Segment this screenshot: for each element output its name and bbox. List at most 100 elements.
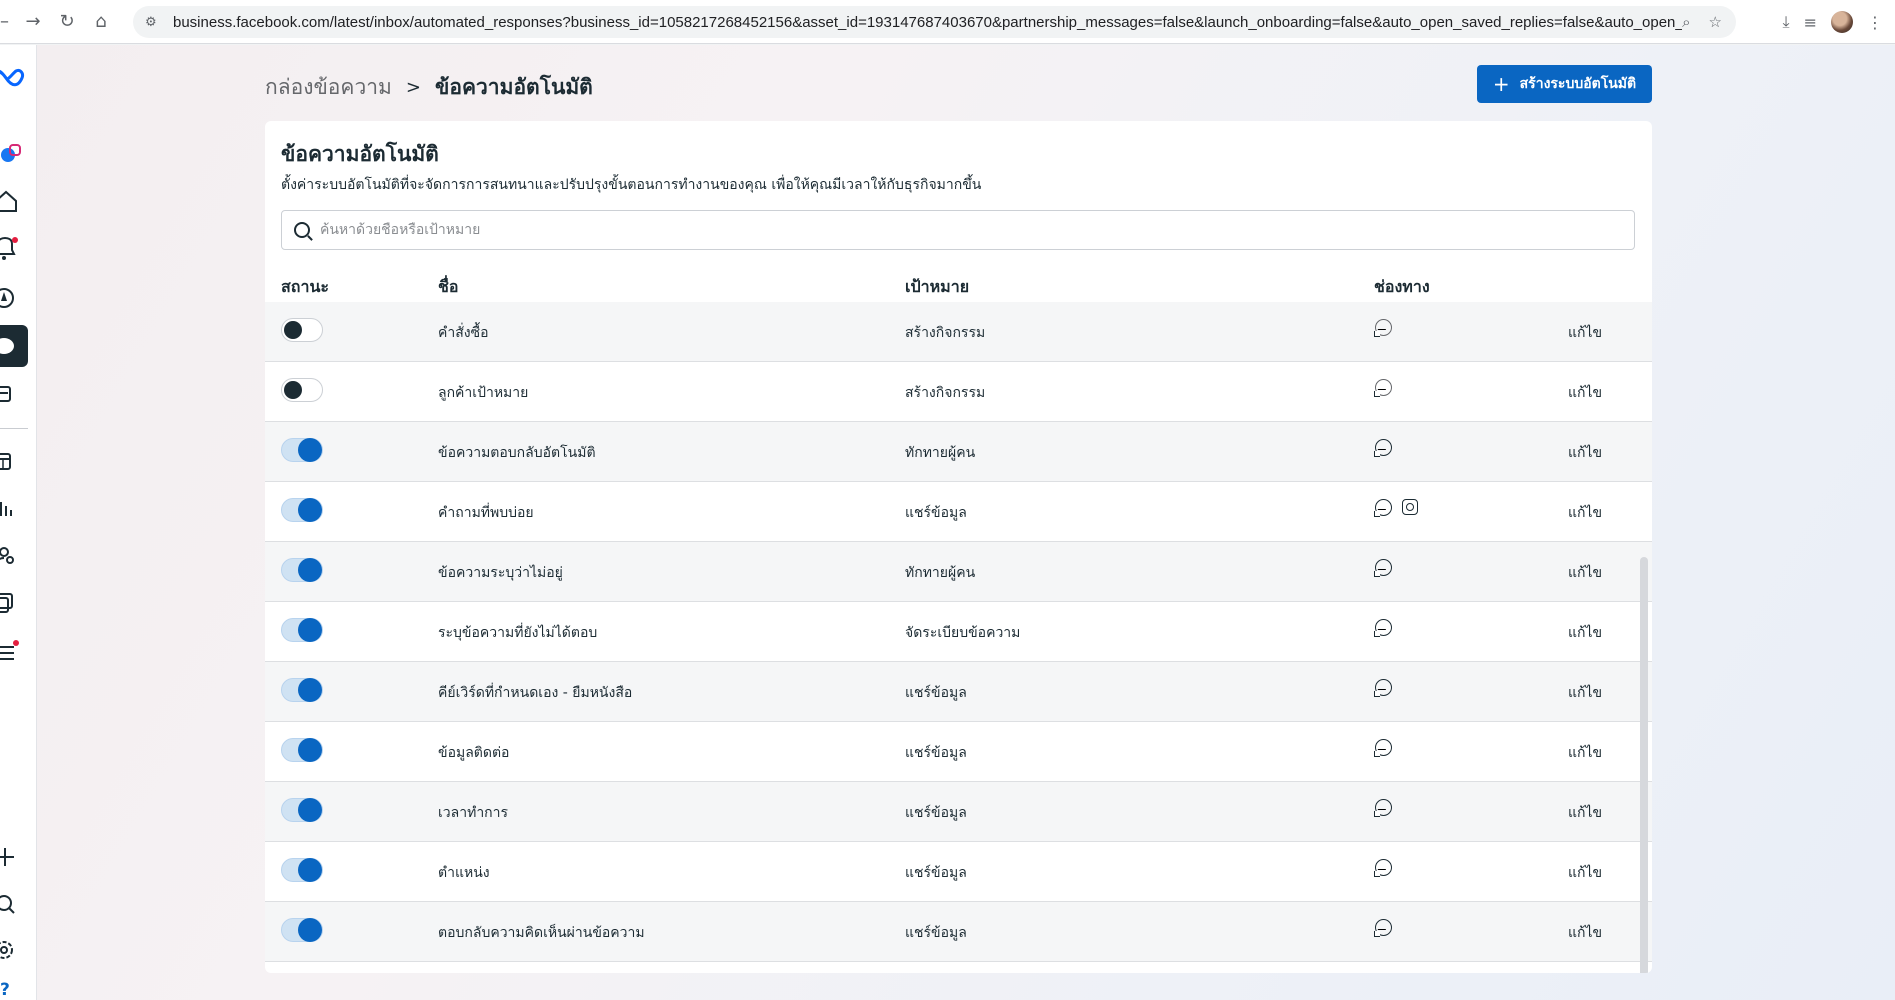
table-scrollbar[interactable] xyxy=(1640,557,1648,973)
facebook-instagram-icon[interactable] xyxy=(0,138,28,168)
channel-icons xyxy=(1375,919,1392,936)
status-toggle[interactable] xyxy=(281,618,323,642)
edit-button[interactable]: แก้ไข xyxy=(1568,322,1602,344)
site-info-icon[interactable]: ⚙ xyxy=(145,15,165,30)
edit-button[interactable]: แก้ไข xyxy=(1568,802,1602,824)
messenger-icon xyxy=(1375,919,1392,936)
edit-button[interactable]: แก้ไข xyxy=(1568,502,1602,524)
edit-button[interactable]: แก้ไข xyxy=(1568,682,1602,704)
edit-button[interactable]: แก้ไข xyxy=(1568,382,1602,404)
menu-icon[interactable] xyxy=(0,638,28,668)
status-toggle[interactable] xyxy=(281,438,323,462)
table-row: ข้อความตอบกลับอัตโนมัติ ทักทายผู้คน แก้ไข xyxy=(265,422,1652,482)
browser-menu-icon[interactable]: ⋮ xyxy=(1867,13,1883,32)
automation-name: ลูกค้าเป้าหมาย xyxy=(438,385,529,401)
status-toggle[interactable] xyxy=(281,738,323,762)
media-control-icon[interactable]: ≡ xyxy=(1804,13,1817,32)
help-icon[interactable]: ? xyxy=(0,980,28,1000)
messenger-icon xyxy=(1375,799,1392,816)
meta-logo-icon[interactable] xyxy=(0,65,28,91)
search-box[interactable] xyxy=(281,210,1635,250)
reload-icon[interactable]: ↻ xyxy=(50,5,84,39)
toggle-knob xyxy=(298,558,322,582)
url-text[interactable]: business.facebook.com/latest/inbox/autom… xyxy=(173,14,1682,31)
toggle-knob xyxy=(298,618,322,642)
channel-icons xyxy=(1375,679,1392,696)
column-header-status[interactable]: สถานะ xyxy=(281,275,329,300)
calendar-icon[interactable] xyxy=(0,447,28,477)
search-input[interactable] xyxy=(320,222,1570,238)
automation-name: คีย์เวิร์ดที่กำหนดเอง - ยืมหนังสือ xyxy=(438,685,633,701)
automation-goal: แชร์ข้อมูล xyxy=(905,925,967,941)
pages-icon[interactable] xyxy=(0,380,28,410)
edit-button[interactable]: แก้ไข xyxy=(1568,862,1602,884)
toggle-knob xyxy=(298,438,322,462)
insights-icon[interactable] xyxy=(0,494,28,524)
inbox-icon[interactable] xyxy=(0,325,28,367)
compass-icon[interactable] xyxy=(0,283,28,313)
toggle-knob xyxy=(298,498,322,522)
toggle-knob xyxy=(298,858,322,882)
messenger-icon xyxy=(1375,379,1392,396)
toggle-knob xyxy=(298,918,322,942)
breadcrumb-inbox-link[interactable]: กล่องข้อความ xyxy=(265,71,392,104)
toggle-knob xyxy=(298,738,322,762)
settings-icon[interactable] xyxy=(0,935,28,965)
column-header-channel[interactable]: ช่องทาง xyxy=(1374,275,1430,300)
channel-icons xyxy=(1375,319,1392,336)
edit-button[interactable]: แก้ไข xyxy=(1568,742,1602,764)
edit-button[interactable]: แก้ไข xyxy=(1568,442,1602,464)
status-toggle[interactable] xyxy=(281,558,323,582)
messenger-icon xyxy=(1375,319,1392,336)
forward-icon[interactable]: → xyxy=(16,5,50,39)
messenger-icon xyxy=(1375,859,1392,876)
channel-icons xyxy=(1375,499,1418,516)
channel-icons xyxy=(1375,799,1392,816)
create-automation-label: สร้างระบบอัตโนมัติ xyxy=(1519,76,1637,92)
bell-icon[interactable] xyxy=(0,234,28,264)
notification-dot xyxy=(13,640,19,646)
edit-button[interactable]: แก้ไข xyxy=(1568,622,1602,644)
status-toggle[interactable] xyxy=(281,918,323,942)
status-toggle[interactable] xyxy=(281,318,323,342)
messenger-icon xyxy=(1375,439,1392,456)
column-header-name[interactable]: ชื่อ xyxy=(438,275,458,300)
automation-name: ตำแหน่ง xyxy=(438,865,490,881)
messenger-icon xyxy=(1375,739,1392,756)
zoom-icon[interactable]: ⌕ xyxy=(1682,13,1690,31)
home-icon[interactable] xyxy=(0,186,28,216)
table-row: เวลาทำการ แชร์ข้อมูล แก้ไข xyxy=(265,782,1652,842)
profile-avatar[interactable] xyxy=(1831,11,1853,33)
column-header-goal[interactable]: เป้าหมาย xyxy=(905,275,969,300)
automation-name: เวลาทำการ xyxy=(438,805,509,821)
edit-button[interactable]: แก้ไข xyxy=(1568,562,1602,584)
channel-icons xyxy=(1375,439,1392,456)
messenger-icon xyxy=(1375,679,1392,696)
address-bar[interactable]: ⚙ business.facebook.com/latest/inbox/aut… xyxy=(133,6,1736,38)
status-toggle[interactable] xyxy=(281,678,323,702)
audience-icon[interactable] xyxy=(0,542,28,572)
notification-dot xyxy=(12,237,18,243)
channel-icons xyxy=(1375,379,1392,396)
download-icon[interactable]: ⤓ xyxy=(1783,12,1790,32)
add-icon[interactable] xyxy=(0,842,28,872)
automation-name: คำสั่งซื้อ xyxy=(438,325,489,341)
instagram-icon xyxy=(1402,499,1418,515)
status-toggle[interactable] xyxy=(281,498,323,522)
status-toggle[interactable] xyxy=(281,378,323,402)
automation-goal: แชร์ข้อมูล xyxy=(905,805,967,821)
edit-button[interactable]: แก้ไข xyxy=(1568,922,1602,944)
create-automation-button[interactable]: + สร้างระบบอัตโนมัติ xyxy=(1477,65,1652,103)
search-icon[interactable] xyxy=(0,890,28,920)
bookmark-star-icon[interactable]: ☆ xyxy=(1709,13,1722,31)
card-title: ข้อความอัตโนมัติ xyxy=(281,142,439,166)
back-icon[interactable]: – xyxy=(0,5,16,39)
automation-name: ตอบกลับความคิดเห็นผ่านข้อความ xyxy=(438,925,645,941)
status-toggle[interactable] xyxy=(281,858,323,882)
channel-icons xyxy=(1375,739,1392,756)
automation-name: ระบุข้อความที่ยังไม่ได้ตอบ xyxy=(438,625,598,641)
content-icon[interactable] xyxy=(0,590,28,620)
status-toggle[interactable] xyxy=(281,798,323,822)
toggle-knob xyxy=(284,321,302,339)
home-button-icon[interactable]: ⌂ xyxy=(84,5,118,39)
